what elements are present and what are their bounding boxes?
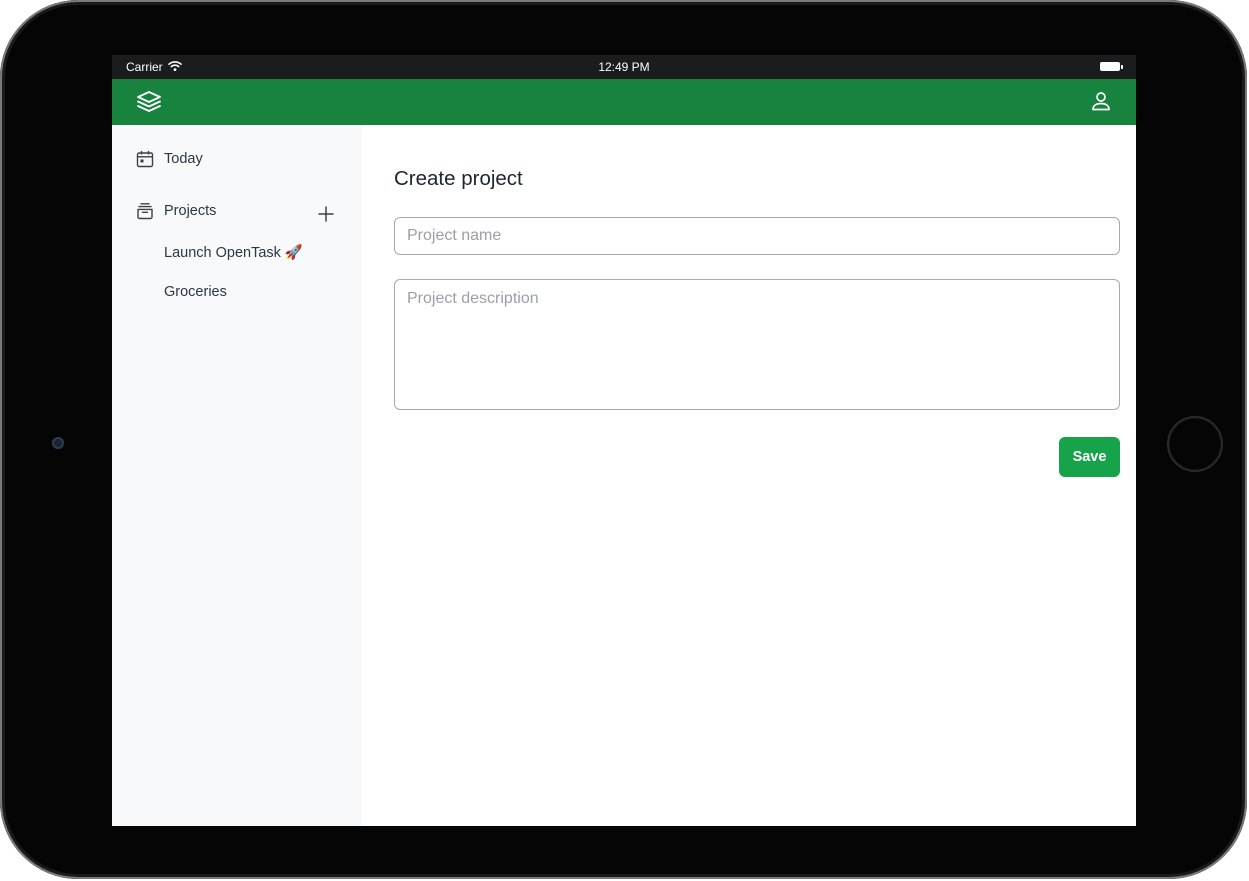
project-description-input[interactable] xyxy=(394,279,1120,410)
main-content: Create project Save xyxy=(362,125,1136,826)
sidebar-item-label: Projects xyxy=(164,203,217,219)
tablet-frame: Carrier 12:49 PM Today Projects Launch O… xyxy=(0,0,1247,879)
sidebar-item-label: Today xyxy=(164,151,203,167)
sidebar: Today Projects Launch OpenTask 🚀 Groceri… xyxy=(112,125,362,826)
battery-cap xyxy=(1121,65,1123,69)
status-bar: Carrier 12:49 PM xyxy=(112,55,1136,79)
save-button[interactable]: Save xyxy=(1059,437,1120,477)
sidebar-item-today[interactable]: Today xyxy=(136,147,203,171)
project-name-input[interactable] xyxy=(394,217,1120,255)
front-camera xyxy=(52,437,64,449)
sidebar-item-projects[interactable]: Projects xyxy=(136,199,216,223)
status-time: 12:49 PM xyxy=(598,60,650,74)
screen: Carrier 12:49 PM Today Projects Launch O… xyxy=(112,55,1136,826)
app-header xyxy=(112,79,1136,125)
calendar-icon xyxy=(136,151,154,168)
battery-icon xyxy=(1100,62,1120,71)
home-button[interactable] xyxy=(1167,416,1223,472)
user-icon[interactable] xyxy=(1090,90,1112,112)
layers-logo-icon[interactable] xyxy=(136,90,162,114)
sidebar-project-item[interactable]: Groceries xyxy=(164,284,227,300)
page-title: Create project xyxy=(394,167,523,190)
add-project-button[interactable] xyxy=(316,204,336,224)
sidebar-project-item[interactable]: Launch OpenTask 🚀 xyxy=(164,244,303,261)
archive-icon xyxy=(137,203,153,220)
